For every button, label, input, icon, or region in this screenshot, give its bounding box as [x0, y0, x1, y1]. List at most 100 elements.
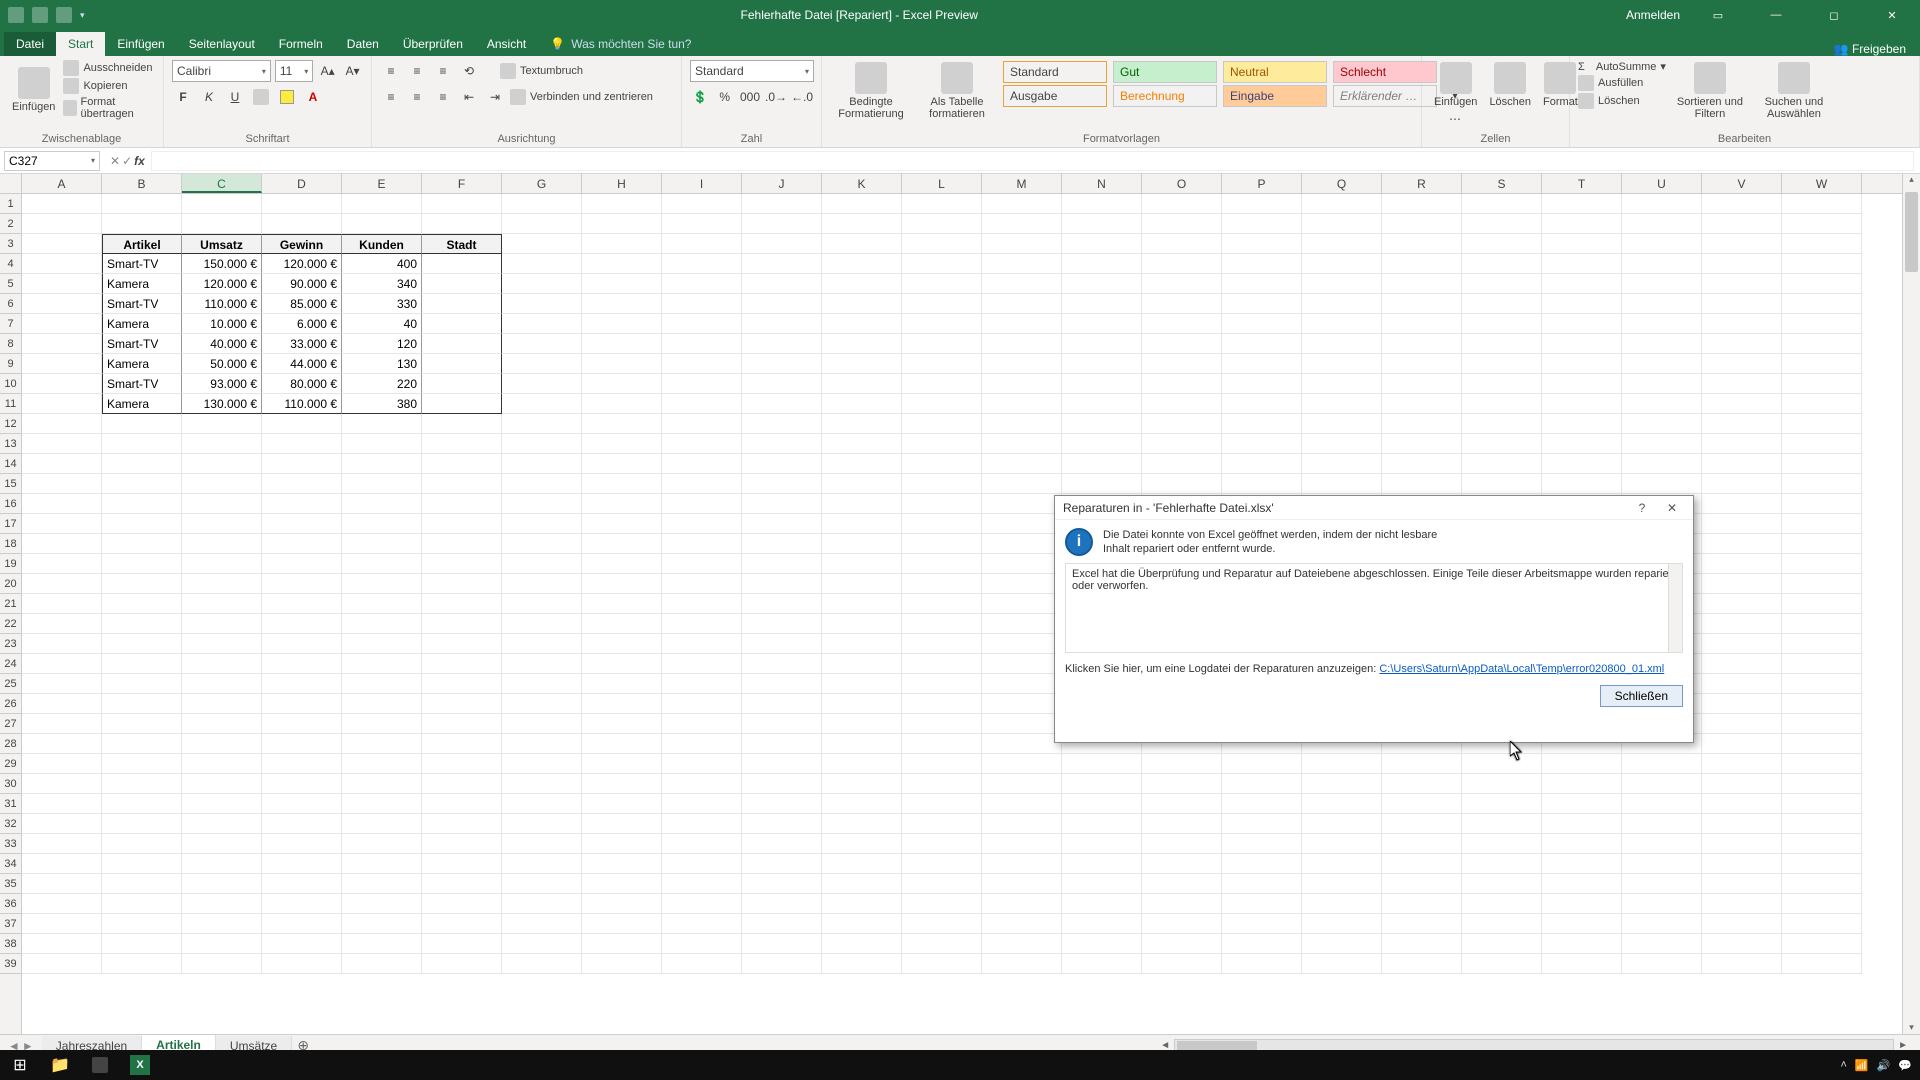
row-header[interactable]: 9 — [0, 354, 21, 374]
column-header-M[interactable]: M — [982, 174, 1062, 193]
row-header[interactable]: 15 — [0, 474, 21, 494]
tab-data[interactable]: Daten — [335, 32, 391, 56]
cancel-formula-icon[interactable]: ✕ — [110, 154, 120, 168]
align-middle-button[interactable]: ≡ — [406, 60, 428, 82]
row-header[interactable]: 39 — [0, 954, 21, 974]
autosum-button[interactable]: Σ AutoSumme ▾ — [1578, 60, 1666, 73]
increase-decimal-button[interactable]: .0→ — [765, 86, 787, 108]
formula-input[interactable] — [151, 151, 1914, 171]
column-header-P[interactable]: P — [1222, 174, 1302, 193]
column-header-B[interactable]: B — [102, 174, 182, 193]
vertical-scrollbar[interactable]: ▴ ▾ — [1902, 174, 1920, 1038]
row-header[interactable]: 23 — [0, 634, 21, 654]
row-header[interactable]: 5 — [0, 274, 21, 294]
column-header-U[interactable]: U — [1622, 174, 1702, 193]
row-header[interactable]: 10 — [0, 374, 21, 394]
dialog-close-action-button[interactable]: Schließen — [1600, 685, 1683, 707]
italic-button[interactable]: K — [198, 86, 220, 108]
name-box[interactable]: C327▾ — [4, 151, 100, 171]
tray-network-icon[interactable]: 📶 — [1855, 1059, 1869, 1072]
signin-link[interactable]: Anmelden — [1626, 8, 1680, 22]
align-left-button[interactable]: ≡ — [380, 86, 402, 108]
column-header-O[interactable]: O — [1142, 174, 1222, 193]
column-header-N[interactable]: N — [1062, 174, 1142, 193]
format-painter-button[interactable]: Format übertragen — [63, 96, 155, 120]
row-header[interactable]: 34 — [0, 854, 21, 874]
column-header-J[interactable]: J — [742, 174, 822, 193]
tray-volume-icon[interactable]: 🔊 — [1877, 1059, 1891, 1072]
save-icon[interactable] — [8, 7, 24, 23]
orientation-button[interactable]: ⟲ — [458, 60, 480, 82]
column-header-G[interactable]: G — [502, 174, 582, 193]
column-header-A[interactable]: A — [22, 174, 102, 193]
fx-icon[interactable]: fx — [134, 154, 145, 168]
style-ausgabe[interactable]: Ausgabe — [1003, 85, 1107, 107]
minimize-icon[interactable]: — — [1756, 0, 1796, 30]
fill-button[interactable]: Ausfüllen — [1578, 75, 1666, 91]
row-header[interactable]: 11 — [0, 394, 21, 414]
tab-formulas[interactable]: Formeln — [267, 32, 335, 56]
tab-view[interactable]: Ansicht — [475, 32, 538, 56]
hscroll-thumb[interactable] — [1177, 1041, 1257, 1051]
share-button[interactable]: 👥 Freigeben — [1834, 42, 1906, 56]
row-header[interactable]: 20 — [0, 574, 21, 594]
row-header[interactable]: 33 — [0, 834, 21, 854]
find-select-button[interactable]: Suchen und Auswählen — [1754, 60, 1834, 122]
column-header-D[interactable]: D — [262, 174, 342, 193]
row-header[interactable]: 30 — [0, 774, 21, 794]
column-header-V[interactable]: V — [1702, 174, 1782, 193]
row-header[interactable]: 12 — [0, 414, 21, 434]
dialog-help-button[interactable]: ? — [1629, 498, 1655, 518]
font-color-button[interactable]: A — [302, 86, 324, 108]
row-header[interactable]: 16 — [0, 494, 21, 514]
column-header-L[interactable]: L — [902, 174, 982, 193]
dialog-close-button[interactable]: ✕ — [1659, 498, 1685, 518]
row-header[interactable]: 26 — [0, 694, 21, 714]
row-header[interactable]: 24 — [0, 654, 21, 674]
row-header[interactable]: 28 — [0, 734, 21, 754]
enter-formula-icon[interactable]: ✓ — [122, 154, 132, 168]
row-header[interactable]: 17 — [0, 514, 21, 534]
border-button[interactable] — [250, 86, 272, 108]
tab-insert[interactable]: Einfügen — [105, 32, 176, 56]
taskbar-app[interactable] — [80, 1050, 120, 1080]
row-header[interactable]: 31 — [0, 794, 21, 814]
row-header[interactable]: 14 — [0, 454, 21, 474]
indent-button[interactable]: ⇥ — [484, 86, 506, 108]
scrollbar-thumb[interactable] — [1905, 192, 1918, 272]
bold-button[interactable]: F — [172, 86, 194, 108]
tab-pagelayout[interactable]: Seitenlayout — [177, 32, 267, 56]
redo-icon[interactable] — [56, 7, 72, 23]
align-right-button[interactable]: ≡ — [432, 86, 454, 108]
row-header[interactable]: 35 — [0, 874, 21, 894]
dialog-detail-scrollbar[interactable] — [1668, 564, 1682, 652]
row-header[interactable]: 6 — [0, 294, 21, 314]
select-all-corner[interactable] — [0, 174, 22, 194]
column-header-E[interactable]: E — [342, 174, 422, 193]
style-neutral[interactable]: Neutral — [1223, 61, 1327, 83]
row-header[interactable]: 38 — [0, 934, 21, 954]
tray-chevron-icon[interactable]: ˄ — [1840, 1059, 1846, 1071]
row-header[interactable]: 21 — [0, 594, 21, 614]
merge-button[interactable]: Verbinden und zentrieren — [510, 89, 653, 105]
format-as-table-button[interactable]: Als Tabelle formatieren — [916, 60, 998, 122]
shrink-font-button[interactable]: A▾ — [342, 60, 363, 82]
font-name-select[interactable]: Calibri▾ — [172, 60, 271, 82]
dialog-log-link[interactable]: C:\Users\Saturn\AppData\Local\Temp\error… — [1379, 663, 1664, 675]
start-button[interactable]: ⊞ — [0, 1050, 40, 1080]
taskbar-explorer[interactable]: 📁 — [40, 1050, 80, 1080]
insert-cells-button[interactable]: Einfügen — [1430, 60, 1481, 110]
row-header[interactable]: 22 — [0, 614, 21, 634]
wrap-text-button[interactable]: Textumbruch — [500, 63, 583, 79]
column-header-Q[interactable]: Q — [1302, 174, 1382, 193]
delete-cells-button[interactable]: Löschen — [1485, 60, 1535, 110]
row-header[interactable]: 32 — [0, 814, 21, 834]
align-top-button[interactable]: ≡ — [380, 60, 402, 82]
tray-notifications-icon[interactable]: 💬 — [1898, 1059, 1912, 1072]
taskbar-excel[interactable]: X — [120, 1050, 160, 1080]
close-icon[interactable]: ✕ — [1872, 0, 1912, 30]
row-header[interactable]: 1 — [0, 194, 21, 214]
align-bottom-button[interactable]: ≡ — [432, 60, 454, 82]
row-header[interactable]: 19 — [0, 554, 21, 574]
row-header[interactable]: 37 — [0, 914, 21, 934]
